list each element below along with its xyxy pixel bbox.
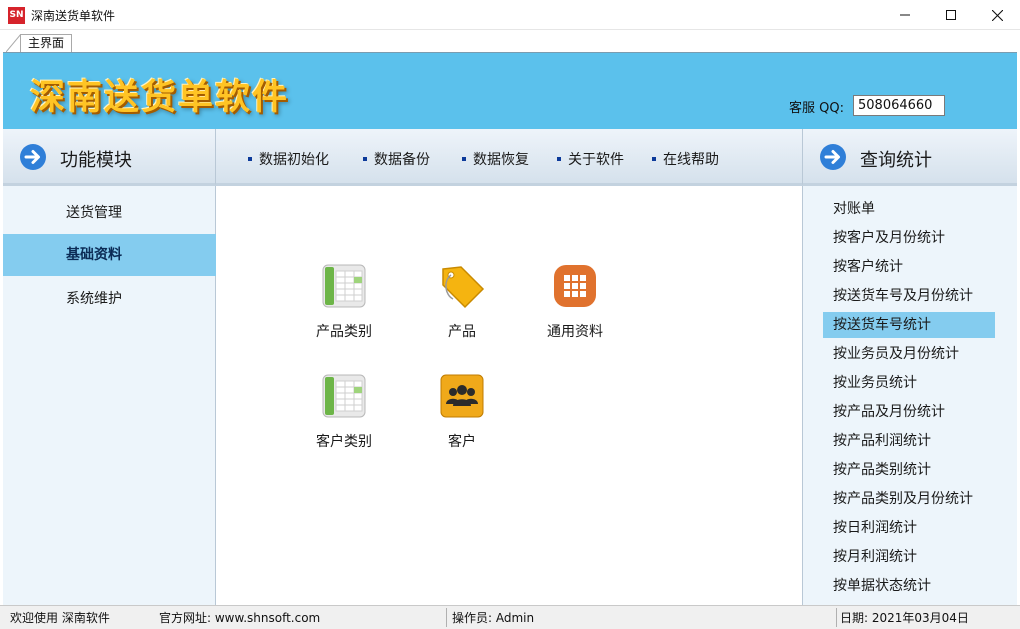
stat-item-statement[interactable]: 对账单 bbox=[823, 196, 995, 222]
product-category-tile[interactable]: 产品类别 bbox=[294, 263, 394, 341]
welcome-text: 欢迎使用 深南软件 bbox=[10, 611, 110, 625]
data-backup-button[interactable]: 数据备份 bbox=[363, 149, 430, 169]
users-icon bbox=[440, 374, 484, 418]
status-divider bbox=[446, 608, 447, 627]
stat-item-product-category[interactable]: 按产品类别统计 bbox=[823, 457, 995, 483]
data-init-button[interactable]: 数据初始化 bbox=[248, 149, 329, 169]
operator-text: 操作员: Admin bbox=[452, 611, 535, 625]
about-button[interactable]: 关于软件 bbox=[557, 149, 624, 169]
online-help-button[interactable]: 在线帮助 bbox=[652, 149, 719, 169]
bullet-icon bbox=[462, 157, 466, 161]
tile-label: 产品类别 bbox=[316, 324, 372, 340]
sheet-icon bbox=[322, 264, 366, 308]
customer-category-tile[interactable]: 客户类别 bbox=[294, 373, 394, 451]
sidebar-item-delivery[interactable]: 送货管理 bbox=[3, 192, 216, 234]
sidebar-item-basic-data[interactable]: 基础资料 bbox=[3, 234, 216, 276]
website-text: 官方网址: www.shnsoft.com bbox=[159, 611, 321, 625]
arrow-right-icon bbox=[820, 144, 846, 170]
customer-tile[interactable]: 客户 bbox=[412, 373, 512, 451]
header-banner: 深南送货单软件 客服 QQ: 508064660 bbox=[3, 52, 1017, 129]
toolbar-item-label: 关于软件 bbox=[568, 152, 624, 168]
minimize-button[interactable] bbox=[882, 0, 928, 30]
close-icon bbox=[991, 9, 1003, 21]
query-stats-header: 查询统计 bbox=[802, 129, 1017, 186]
bullet-icon bbox=[652, 157, 656, 161]
status-bar: 欢迎使用 深南软件 官方网址: www.shnsoft.com 操作员: Adm… bbox=[0, 605, 1020, 629]
sidebar-item-maintenance[interactable]: 系统维护 bbox=[3, 278, 216, 320]
stats-menu: 对账单 按客户及月份统计 按客户统计 按送货车号及月份统计 按送货车号统计 按业… bbox=[802, 186, 1017, 605]
close-button[interactable] bbox=[974, 0, 1020, 30]
stat-item-product-profit[interactable]: 按产品利润统计 bbox=[823, 428, 995, 454]
grid-icon bbox=[554, 265, 596, 307]
main-toolbar: 数据初始化 数据备份 数据恢复 关于软件 在线帮助 bbox=[216, 129, 802, 186]
sheet-icon bbox=[322, 374, 366, 418]
bullet-icon bbox=[557, 157, 561, 161]
window-title: 深南送货单软件 bbox=[31, 9, 116, 23]
stat-item-vehicle[interactable]: 按送货车号统计 bbox=[823, 312, 995, 338]
tile-label: 通用资料 bbox=[547, 324, 603, 340]
module-sidebar: 送货管理 基础资料 系统维护 bbox=[3, 186, 216, 605]
toolbar-item-label: 在线帮助 bbox=[663, 152, 719, 168]
app-logo-icon: SN bbox=[8, 7, 25, 24]
tile-label: 客户 bbox=[448, 434, 476, 450]
toolbar-item-label: 数据恢复 bbox=[473, 152, 529, 168]
tag-icon bbox=[442, 266, 485, 309]
arrow-right-icon bbox=[20, 144, 46, 170]
maximize-button[interactable] bbox=[928, 0, 974, 30]
toolbar-item-label: 数据初始化 bbox=[259, 152, 329, 168]
function-module-title: 功能模块 bbox=[60, 150, 132, 171]
general-data-tile[interactable]: 通用资料 bbox=[525, 263, 625, 341]
tile-label: 客户类别 bbox=[316, 434, 372, 450]
stat-item-monthly-profit[interactable]: 按月利润统计 bbox=[823, 544, 995, 570]
stat-item-product-month[interactable]: 按产品及月份统计 bbox=[823, 399, 995, 425]
tab-main[interactable]: 主界面 bbox=[20, 34, 72, 52]
brand-logo-text: 深南送货单软件 bbox=[30, 78, 290, 118]
toolbar-item-label: 数据备份 bbox=[374, 152, 430, 168]
qq-label: 客服 QQ: bbox=[789, 101, 844, 116]
data-restore-button[interactable]: 数据恢复 bbox=[462, 149, 529, 169]
main-content: 产品类别 产品 通用资料 客户类别 客户 bbox=[217, 186, 802, 605]
function-module-header: 功能模块 bbox=[3, 129, 216, 186]
bullet-icon bbox=[248, 157, 252, 161]
stat-item-vehicle-month[interactable]: 按送货车号及月份统计 bbox=[823, 283, 995, 309]
title-bar: SN 深南送货单软件 bbox=[0, 0, 1020, 30]
stat-item-customer[interactable]: 按客户统计 bbox=[823, 254, 995, 280]
stat-item-product-category-month[interactable]: 按产品类别及月份统计 bbox=[823, 486, 995, 512]
date-text: 日期: 2021年03月04日 bbox=[840, 611, 969, 625]
status-divider bbox=[836, 608, 837, 627]
stat-item-customer-month[interactable]: 按客户及月份统计 bbox=[823, 225, 995, 251]
stat-item-salesman-month[interactable]: 按业务员及月份统计 bbox=[823, 341, 995, 367]
stat-item-doc-status[interactable]: 按单据状态统计 bbox=[823, 573, 995, 599]
stat-item-salesman[interactable]: 按业务员统计 bbox=[823, 370, 995, 396]
bullet-icon bbox=[363, 157, 367, 161]
minimize-icon bbox=[900, 14, 910, 16]
tile-label: 产品 bbox=[448, 324, 476, 340]
product-tile[interactable]: 产品 bbox=[412, 263, 512, 341]
query-stats-title: 查询统计 bbox=[860, 150, 932, 171]
maximize-icon bbox=[946, 10, 956, 20]
qq-number-field[interactable]: 508064660 bbox=[853, 95, 945, 116]
tab-strip: 主界面 bbox=[0, 30, 1020, 52]
stat-item-daily-profit[interactable]: 按日利润统计 bbox=[823, 515, 995, 541]
